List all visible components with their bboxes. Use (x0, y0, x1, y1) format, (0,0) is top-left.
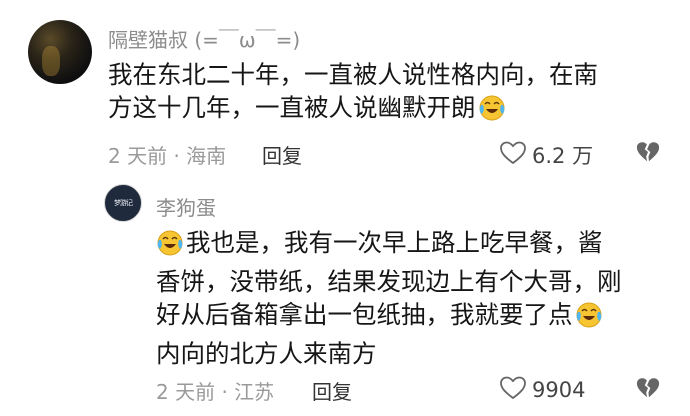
comment-text: 我在东北二十年，一直被人说性格内向，在南 方这十几年，一直被人说幽默开朗 (108, 58, 598, 130)
username[interactable]: 隔壁猫叔 (=￣ω￣=) (108, 24, 300, 53)
comment-meta: 2 天前 · 海南 (108, 144, 227, 168)
comment-text-line: 内向的北方人来南方 (156, 339, 377, 368)
comment-text-line: 方这十几年，一直被人说幽默开朗 (108, 91, 598, 130)
avatar-text: 梦游记 (114, 199, 133, 207)
dislike-button[interactable] (636, 376, 660, 404)
like-button[interactable]: 9904 (500, 376, 585, 404)
heart-outline-icon (500, 141, 526, 169)
comment-meta: 2 天前 · 江苏 (156, 380, 275, 404)
comment-text-line: 我在东北二十年，一直被人说性格内向，在南 (108, 60, 598, 89)
comment-text-line: 好从后备箱拿出一包纸抽，我就要了点 (156, 298, 622, 337)
reply-button[interactable]: 回复 (262, 140, 302, 169)
broken-heart-icon (636, 378, 660, 404)
comment-text-line: 我也是，我有一次早上路上吃早餐，酱 (156, 226, 622, 265)
like-button[interactable]: 6.2 万 (500, 140, 593, 170)
avatar[interactable]: 梦游记 (104, 184, 142, 222)
reply-button[interactable]: 回复 (312, 376, 352, 405)
broken-heart-icon (636, 142, 660, 168)
username[interactable]: 李狗蛋 (156, 192, 216, 221)
dislike-button[interactable] (636, 140, 660, 168)
comment-text-line: 香饼，没带纸，结果发现边上有个大哥，刚 (156, 267, 622, 296)
tears-of-joy-emoji-icon (478, 94, 506, 130)
comment-text: 我也是，我有一次早上路上吃早餐，酱 香饼，没带纸，结果发现边上有个大哥，刚 好从… (156, 226, 622, 370)
heart-outline-icon (500, 376, 526, 404)
avatar[interactable] (28, 20, 92, 84)
tears-of-joy-emoji-icon (575, 301, 603, 337)
like-count: 9904 (532, 378, 586, 402)
tears-of-joy-emoji-icon (156, 229, 184, 265)
like-count: 6.2 万 (532, 144, 594, 168)
